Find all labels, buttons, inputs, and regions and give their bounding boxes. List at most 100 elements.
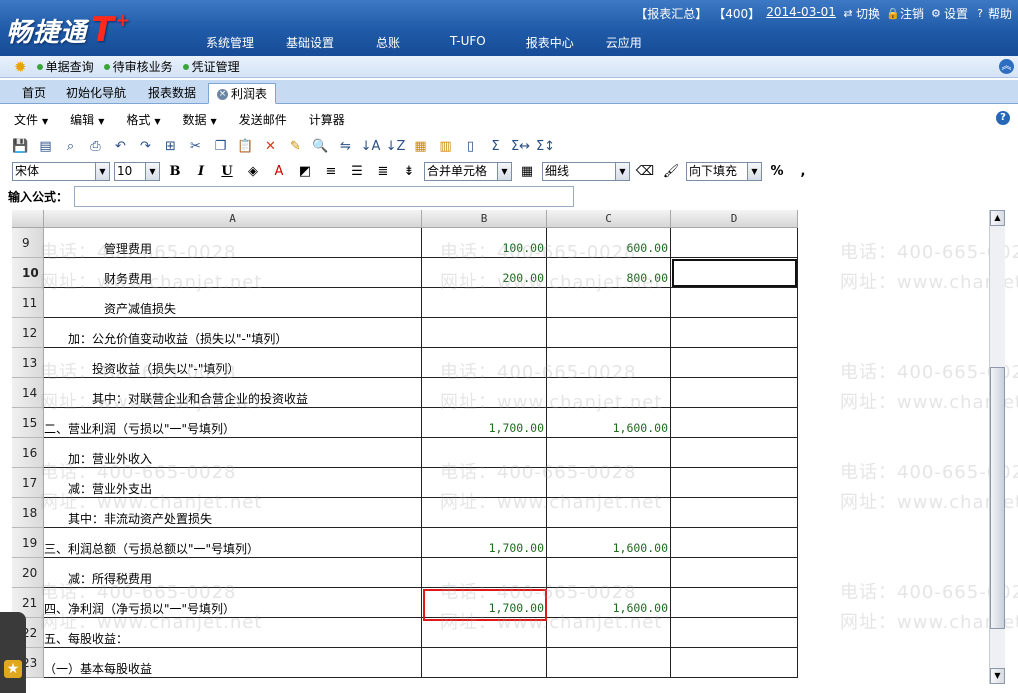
cell-c[interactable]: 1,600.00: [547, 588, 671, 618]
row-header[interactable]: 13: [12, 348, 44, 378]
percent-button[interactable]: %: [766, 162, 788, 181]
cell-d[interactable]: [671, 528, 798, 558]
tab-report-data[interactable]: 报表数据: [140, 83, 204, 104]
cell-d[interactable]: [671, 468, 798, 498]
cell-c[interactable]: [547, 288, 671, 318]
cell-b[interactable]: [422, 348, 547, 378]
row-header[interactable]: 16: [12, 438, 44, 468]
cell-c[interactable]: 600.00: [547, 228, 671, 258]
border-style-select[interactable]: 细线 ▼: [542, 161, 630, 181]
cell-a[interactable]: 管理费用: [44, 228, 422, 258]
cell-c[interactable]: [547, 318, 671, 348]
cell-d[interactable]: [671, 648, 798, 678]
format-painter-icon[interactable]: 🖌: [660, 162, 682, 181]
cell-a[interactable]: 二、营业利润（亏损以"一"号填列）: [44, 408, 422, 438]
formula-input[interactable]: [74, 185, 575, 207]
cell-d[interactable]: [671, 258, 798, 288]
cell-b[interactable]: [422, 318, 547, 348]
vertical-scrollbar[interactable]: ▲ ▼: [989, 210, 1005, 684]
cell-b[interactable]: 1,700.00: [422, 588, 547, 618]
eraser-icon[interactable]: ⌫: [634, 162, 656, 181]
tab-income-statement[interactable]: × 利润表: [208, 83, 277, 104]
tab-init-guide[interactable]: 初始化导航: [58, 83, 134, 104]
delete-icon[interactable]: ✕: [260, 136, 281, 157]
switch-button[interactable]: ⇄ 切换: [842, 5, 880, 22]
underline-button[interactable]: U: [216, 162, 238, 181]
cell-c[interactable]: [547, 498, 671, 528]
cell-a[interactable]: 减：营业外支出: [44, 468, 422, 498]
bold-button[interactable]: B: [164, 162, 186, 181]
cut-icon[interactable]: ✂: [185, 136, 206, 157]
cell-b[interactable]: [422, 558, 547, 588]
collapse-up-icon[interactable]: ︽: [999, 59, 1014, 74]
preview-icon[interactable]: ⌕: [60, 136, 81, 157]
nav-general-ledger[interactable]: 总账: [350, 34, 426, 51]
cell-a[interactable]: 加：公允价值变动收益（损失以"-"填列）: [44, 318, 422, 348]
cell-d[interactable]: [671, 498, 798, 528]
row-header[interactable]: 14: [12, 378, 44, 408]
cell-c[interactable]: [547, 438, 671, 468]
nav-system-management[interactable]: 系统管理: [190, 34, 270, 51]
cell-c[interactable]: 800.00: [547, 258, 671, 288]
quick-item-document-query[interactable]: 单据查询: [36, 58, 94, 75]
menu-calculator[interactable]: 计算器: [309, 111, 345, 128]
nav-t-ufo[interactable]: T-UFO: [426, 34, 510, 51]
cell-b[interactable]: 200.00: [422, 258, 547, 288]
cell-a[interactable]: 资产减值损失: [44, 288, 422, 318]
nav-basic-settings[interactable]: 基础设置: [270, 34, 350, 51]
cell-c[interactable]: [547, 468, 671, 498]
logout-button[interactable]: 🔒 注销: [886, 5, 924, 22]
cell-b[interactable]: [422, 498, 547, 528]
cell-a[interactable]: 其中：非流动资产处置损失: [44, 498, 422, 528]
login-date-link[interactable]: 2014-03-01: [766, 5, 836, 22]
left-dock[interactable]: ★: [0, 612, 26, 693]
scroll-down-arrow-icon[interactable]: ▼: [990, 668, 1005, 684]
row-header[interactable]: 12: [12, 318, 44, 348]
row-header[interactable]: 17: [12, 468, 44, 498]
cell-b[interactable]: [422, 288, 547, 318]
print-icon[interactable]: ⎙: [85, 136, 106, 157]
menu-send-email[interactable]: 发送邮件: [239, 111, 287, 128]
thousands-separator-button[interactable]: ,: [792, 162, 814, 181]
cell-c[interactable]: [547, 618, 671, 648]
cell-b[interactable]: 1,700.00: [422, 528, 547, 558]
cell-a[interactable]: 加：营业外收入: [44, 438, 422, 468]
cell-d[interactable]: [671, 318, 798, 348]
help-button[interactable]: ? 帮助: [974, 5, 1012, 22]
cell-a[interactable]: 五、每股收益：: [44, 618, 422, 648]
cell-c[interactable]: 1,600.00: [547, 408, 671, 438]
select-all-corner[interactable]: [12, 210, 44, 228]
row-header[interactable]: 9: [12, 228, 44, 258]
sum-col-icon[interactable]: Σ↕: [535, 136, 556, 157]
zoom-fit-icon[interactable]: ⊞: [160, 136, 181, 157]
fill-direction-select[interactable]: 向下填充 ▼: [686, 161, 762, 181]
cell-a[interactable]: 三、利润总额（亏损总额以"一"号填列）: [44, 528, 422, 558]
column-header-a[interactable]: A: [44, 210, 422, 228]
cell-c[interactable]: [547, 648, 671, 678]
align-left-icon[interactable]: ≡: [320, 162, 342, 181]
cell-a[interactable]: 减：所得税费用: [44, 558, 422, 588]
cell-b[interactable]: [422, 618, 547, 648]
star-icon[interactable]: ★: [4, 660, 22, 678]
cell-c[interactable]: 1,600.00: [547, 528, 671, 558]
save-icon[interactable]: 💾: [10, 136, 31, 157]
menu-edit[interactable]: 编辑 ▼: [70, 111, 104, 128]
cell-d[interactable]: [671, 378, 798, 408]
scrollbar-thumb[interactable]: [990, 367, 1005, 629]
insert-row-icon[interactable]: ▦: [410, 136, 431, 157]
row-header[interactable]: 19: [12, 528, 44, 558]
cell-c[interactable]: [547, 348, 671, 378]
close-icon[interactable]: ×: [217, 89, 228, 100]
cell-a[interactable]: 四、净利润（净亏损以"一"号填列）: [44, 588, 422, 618]
cell-d[interactable]: [671, 588, 798, 618]
tab-home[interactable]: 首页: [14, 83, 54, 104]
align-right-icon[interactable]: ≣: [372, 162, 394, 181]
find-icon[interactable]: 🔍: [310, 136, 331, 157]
italic-button[interactable]: I: [190, 162, 212, 181]
quick-item-pending-review[interactable]: 待审核业务: [103, 58, 173, 75]
save-as-icon[interactable]: ▤: [35, 136, 56, 157]
nav-report-center[interactable]: 报表中心: [510, 34, 590, 51]
redo-icon[interactable]: ↷: [135, 136, 156, 157]
cell-d[interactable]: [671, 438, 798, 468]
align-center-icon[interactable]: ☰: [346, 162, 368, 181]
